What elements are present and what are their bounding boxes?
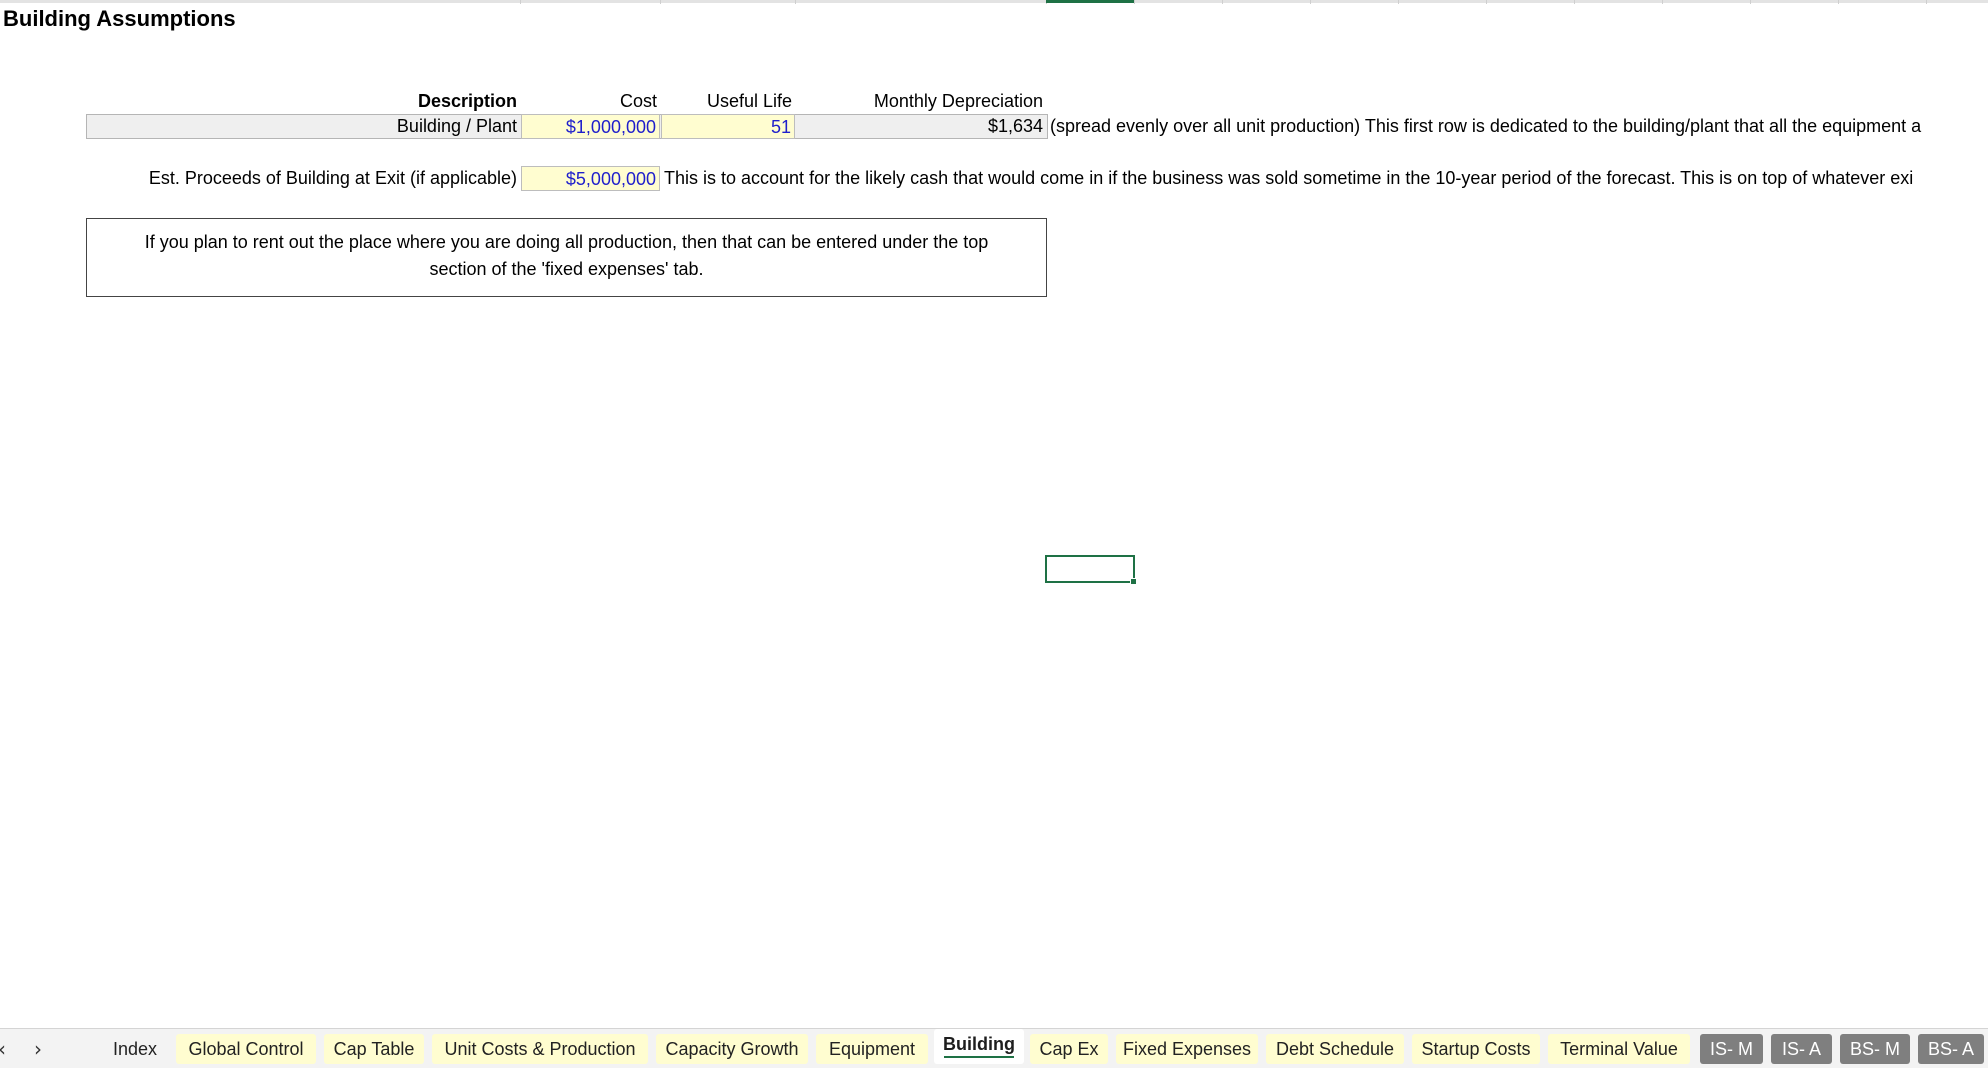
exit-proceeds-note: This is to account for the likely cash t… [664,168,1914,188]
tab-startup-costs[interactable]: Startup Costs [1412,1034,1540,1064]
tab-debt-schedule[interactable]: Debt Schedule [1266,1034,1404,1064]
rent-note-line-2: section of the 'fixed expenses' tab. [429,259,704,279]
rent-note-line-1: If you plan to rent out the place where … [144,232,989,252]
exit-proceeds-input[interactable]: $5,000,000 [521,166,660,191]
header-monthly-depreciation: Monthly Depreciation [873,91,1043,111]
tab-index[interactable]: Index [104,1034,166,1064]
tab-scroll-right-icon[interactable]: › [34,1037,42,1061]
building-useful-life-input[interactable]: 51 [661,114,795,139]
tab-bs-m[interactable]: BS- M [1840,1034,1910,1064]
building-monthly-depreciation-cell[interactable]: $1,634 [796,114,1046,138]
tab-cap-ex[interactable]: Cap Ex [1030,1034,1108,1064]
header-description: Description [417,91,517,111]
column-header-edge [0,0,1988,3]
tab-building-label: Building [943,1034,1015,1054]
tab-is-a[interactable]: IS- A [1771,1034,1832,1064]
tab-is-m[interactable]: IS- M [1700,1034,1763,1064]
tab-equipment[interactable]: Equipment [816,1034,928,1064]
tab-building[interactable]: Building [934,1029,1024,1064]
page-title: Building Assumptions [3,6,236,31]
exit-proceeds-label: Est. Proceeds of Building at Exit (if ap… [148,168,517,188]
header-useful-life: Useful Life [706,91,792,111]
tab-terminal-value[interactable]: Terminal Value [1548,1034,1690,1064]
tab-unit-costs-production[interactable]: Unit Costs & Production [432,1034,648,1064]
tab-capacity-growth[interactable]: Capacity Growth [656,1034,808,1064]
building-row-note: (spread evenly over all unit production)… [1050,116,1922,136]
sheet-tab-bar: ‹ › Index Global Control Cap Table Unit … [0,1028,1988,1068]
tab-fixed-expenses[interactable]: Fixed Expenses [1116,1034,1258,1064]
header-cost: Cost [619,91,657,111]
building-cost-input[interactable]: $1,000,000 [521,114,660,139]
tab-global-control[interactable]: Global Control [176,1034,316,1064]
tab-bs-a[interactable]: BS- A [1918,1034,1984,1064]
tab-scroll-left-icon[interactable]: ‹ [0,1037,6,1061]
active-column-indicator [1046,0,1134,3]
spreadsheet-grid[interactable]: Building Assumptions Description Cost Us… [0,0,1988,1028]
rent-note-textbox[interactable]: If you plan to rent out the place where … [86,218,1047,297]
active-tab-underline [944,1056,1014,1058]
tab-cap-table[interactable]: Cap Table [324,1034,424,1064]
building-description-cell[interactable]: Building / Plant [300,114,520,138]
active-cell-selection[interactable] [1045,555,1137,585]
